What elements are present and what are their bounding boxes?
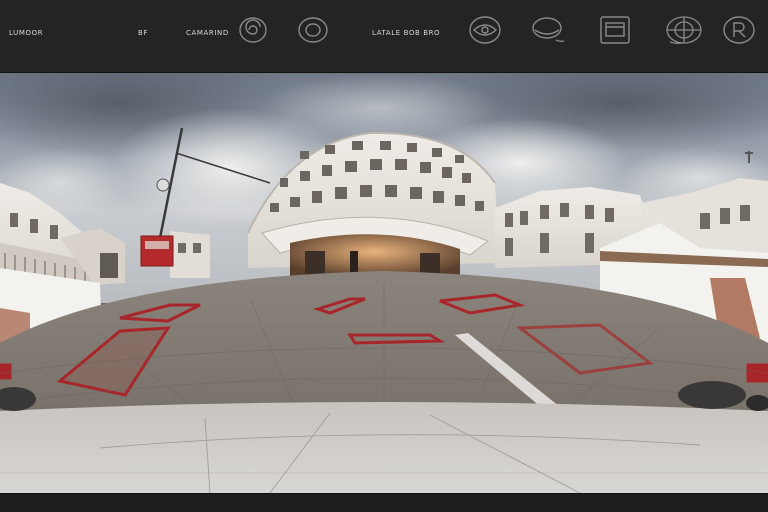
app-title: LUMOOR [9, 29, 44, 37]
foreground-floor [0, 402, 768, 493]
globe-icon[interactable] [664, 14, 704, 46]
frame-icon[interactable] [598, 14, 632, 46]
eye-icon[interactable] [468, 14, 502, 46]
top-toolbar: LUMOOR BF CAMARIND LATALE BOB BRO [0, 0, 768, 73]
disk-icon[interactable] [530, 14, 564, 46]
center-label: LATALE BOB BRO [372, 29, 441, 37]
menu-item-bf[interactable]: BF [138, 29, 148, 37]
menu-item-camarind[interactable]: CAMARIND [186, 29, 229, 37]
spiral-icon[interactable] [236, 14, 270, 46]
panorama-viewport[interactable] [0, 73, 768, 493]
bottom-status-bar [0, 493, 768, 512]
r-badge-icon[interactable] [722, 14, 756, 46]
panorama-viewer-app: LUMOOR BF CAMARIND LATALE BOB BRO [0, 0, 768, 512]
circle-icon[interactable] [296, 14, 330, 46]
